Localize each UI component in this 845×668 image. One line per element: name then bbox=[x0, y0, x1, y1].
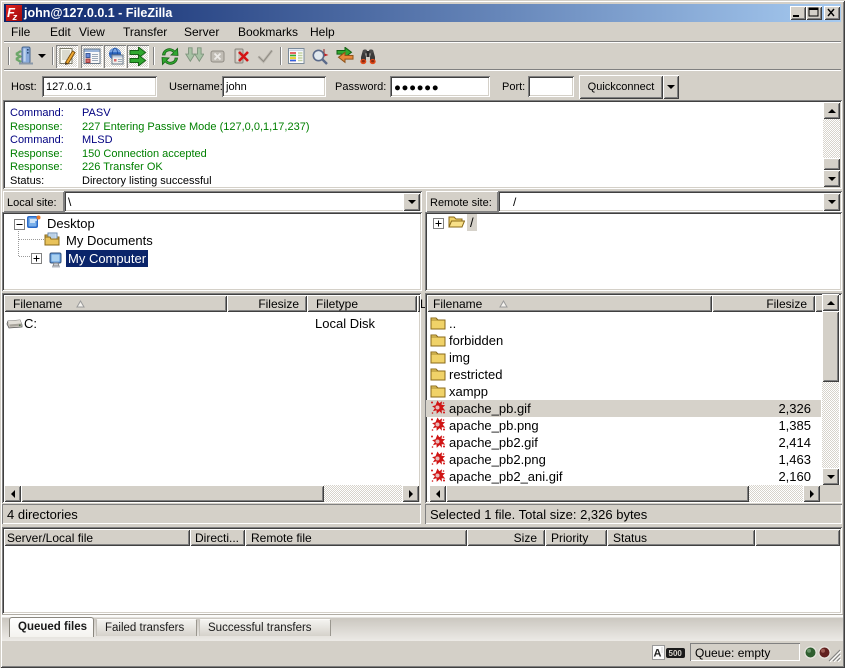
svg-text:500: 500 bbox=[669, 649, 683, 658]
svg-text:z: z bbox=[12, 12, 18, 21]
svg-text:A: A bbox=[654, 648, 662, 660]
